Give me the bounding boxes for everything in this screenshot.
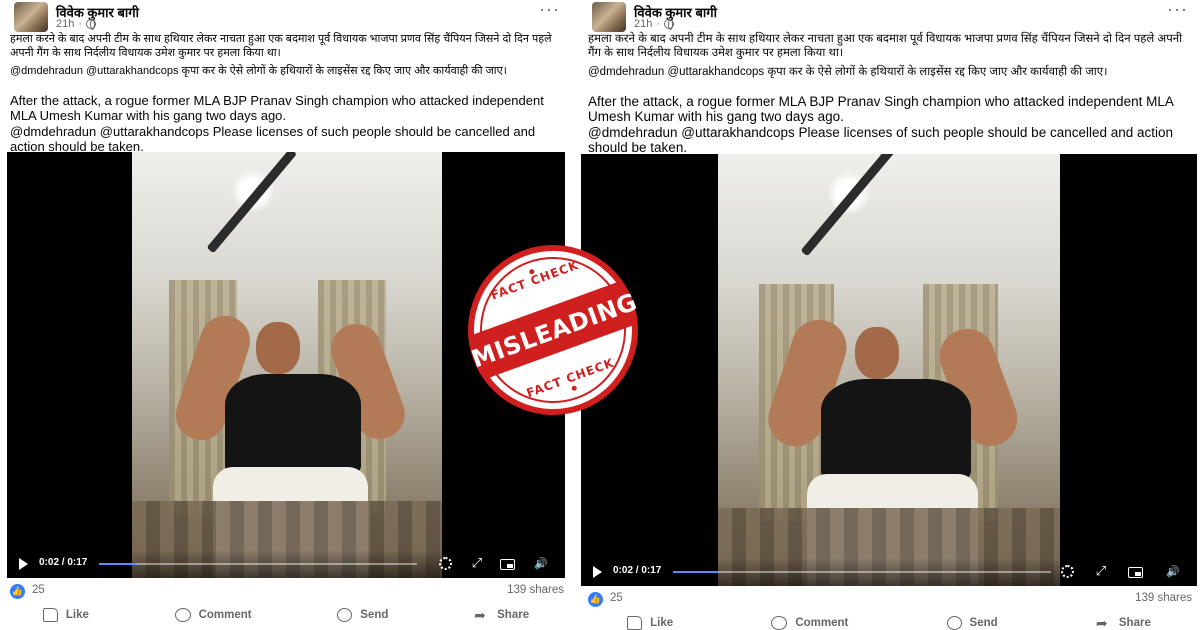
globe-icon: [86, 19, 97, 30]
share-count[interactable]: 139 shares: [507, 584, 564, 596]
thumbs-up-icon: [42, 608, 58, 622]
facebook-post-right: विवेक कुमार बागी 21h · ··· हमला करने के …: [578, 0, 1200, 630]
picture-in-picture-icon[interactable]: [500, 559, 515, 570]
expand-icon[interactable]: [1093, 563, 1109, 579]
post-time[interactable]: 21h: [56, 18, 74, 30]
send-button[interactable]: Send: [337, 608, 388, 622]
progress-bar[interactable]: [99, 563, 417, 565]
more-horizontal-icon[interactable]: ···: [539, 0, 560, 18]
progress-fill: [99, 563, 138, 565]
like-button[interactable]: Like: [627, 616, 673, 630]
thumbs-up-icon: [627, 616, 643, 630]
post-text-hindi-1: हमला करने के बाद अपनी टीम के साथ हथियार …: [588, 33, 1183, 59]
video-controls: 0:02 / 0:17: [581, 558, 1197, 586]
picture-in-picture-icon[interactable]: [1128, 567, 1143, 578]
post-stats: 👍 25 139 shares: [10, 583, 564, 601]
comment-label: Comment: [198, 609, 252, 621]
play-icon[interactable]: [19, 558, 28, 570]
progress-fill: [673, 571, 719, 573]
messenger-icon: [946, 616, 962, 630]
progress-bar[interactable]: [673, 571, 1051, 573]
action-bar: Like Comment Send Share: [578, 611, 1200, 630]
expand-icon[interactable]: [469, 555, 485, 571]
like-count[interactable]: 25: [32, 584, 45, 596]
like-reaction-icon: 👍: [588, 592, 603, 607]
share-button[interactable]: Share: [474, 608, 529, 622]
gear-icon[interactable]: [1061, 565, 1074, 578]
avatar[interactable]: [592, 2, 626, 32]
video-player[interactable]: 0:02 / 0:17: [581, 154, 1197, 586]
like-reaction-icon: 👍: [10, 584, 25, 599]
post-text-hindi-1: हमला करने के बाद अपनी टीम के साथ हथियार …: [10, 33, 552, 59]
post-meta: 21h ·: [634, 18, 675, 30]
messenger-icon: [337, 608, 353, 622]
video-time: 0:02 / 0:17: [613, 565, 662, 576]
post-text-english-2: @dmdehradun @uttarakhandcops Please lice…: [588, 125, 1174, 155]
action-bar: Like Comment Send Share: [0, 603, 572, 627]
globe-icon: [664, 19, 675, 30]
video-frame: [718, 154, 1060, 586]
like-label: Like: [650, 617, 674, 629]
post-text-english-1: After the attack, a rogue former MLA BJP…: [10, 93, 544, 123]
like-count[interactable]: 25: [610, 592, 623, 604]
like-label: Like: [65, 609, 89, 621]
post-text-english-2: @dmdehradun @uttarakhandcops Please lice…: [10, 124, 536, 154]
comment-label: Comment: [795, 617, 849, 629]
send-label: Send: [969, 617, 998, 629]
share-button[interactable]: Share: [1096, 616, 1151, 630]
send-button[interactable]: Send: [946, 616, 998, 630]
share-label: Share: [497, 609, 530, 621]
post-stats: 👍 25 139 shares: [588, 591, 1192, 609]
volume-icon[interactable]: [1165, 563, 1181, 579]
share-count[interactable]: 139 shares: [1135, 592, 1192, 604]
post-meta: 21h ·: [56, 18, 97, 30]
share-icon: [474, 608, 489, 622]
more-horizontal-icon[interactable]: ···: [1167, 0, 1188, 18]
post-text-english-1: After the attack, a rogue former MLA BJP…: [588, 94, 1174, 124]
video-controls: 0:02 / 0:17: [7, 550, 565, 578]
comment-icon: [771, 616, 788, 630]
video-frame: [132, 152, 442, 578]
comment-button[interactable]: Comment: [174, 608, 252, 622]
post-text-hindi-2: @dmdehradun @uttarakhandcops कृपा कर के …: [10, 65, 507, 77]
post-header: विवेक कुमार बागी 21h · ···: [592, 0, 1188, 32]
play-icon[interactable]: [593, 566, 602, 578]
gear-icon[interactable]: [439, 557, 452, 570]
post-header: विवेक कुमार बागी 21h · ···: [14, 0, 560, 32]
send-label: Send: [360, 609, 389, 621]
video-time: 0:02 / 0:17: [39, 557, 88, 568]
avatar[interactable]: [14, 2, 48, 32]
comment-button[interactable]: Comment: [771, 616, 848, 630]
like-button[interactable]: Like: [42, 608, 89, 622]
share-icon: [1096, 616, 1111, 630]
comment-icon: [174, 608, 191, 622]
post-text-hindi-2: @dmdehradun @uttarakhandcops कृपा कर के …: [588, 66, 1108, 78]
post-time[interactable]: 21h: [634, 18, 652, 30]
volume-icon[interactable]: [533, 555, 549, 571]
share-label: Share: [1118, 617, 1151, 629]
